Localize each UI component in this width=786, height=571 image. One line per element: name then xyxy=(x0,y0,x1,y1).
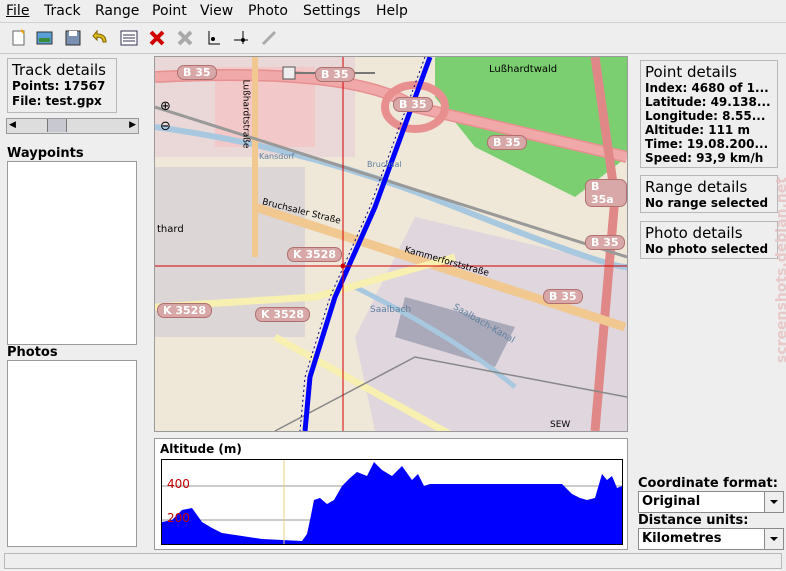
altitude-tick-200: 200 xyxy=(167,511,190,525)
map-label-bruchsal: Bruchsal xyxy=(367,160,402,169)
map-label-b35-2: B 35 xyxy=(315,67,355,82)
point-index: Index: 4680 of 1... xyxy=(645,81,769,95)
delete-point-icon[interactable] xyxy=(144,25,170,51)
photos-list[interactable] xyxy=(7,360,137,547)
range-details-value: No range selected xyxy=(645,196,769,210)
photos-label: Photos xyxy=(7,345,58,360)
distance-units-value: Kilometres xyxy=(642,531,722,546)
map-label-wald: Lußhardtwald xyxy=(489,64,558,75)
track-details-panel: Track details Points: 17567 File: test.g… xyxy=(7,58,117,113)
list-icon[interactable] xyxy=(116,25,142,51)
point-details-panel: Point details Index: 4680 of 1... Latitu… xyxy=(640,60,778,168)
open-image-icon[interactable] xyxy=(32,25,58,51)
photo-details-panel: Photo details No photo selected xyxy=(640,221,778,259)
point-speed: Speed: 93,9 km/h xyxy=(645,151,764,165)
zoom-out-icon[interactable]: ⊖ xyxy=(160,119,171,134)
map-label-k3528-1: K 3528 xyxy=(287,247,342,262)
point-altitude: Altitude: 111 m xyxy=(645,123,750,137)
save-icon[interactable] xyxy=(60,25,86,51)
map-label-b35-6: B 35 xyxy=(543,289,583,304)
altitude-title: Altitude (m) xyxy=(160,442,242,456)
scroll-left-icon[interactable]: ◀ xyxy=(9,120,16,130)
menu-photo[interactable]: Photo xyxy=(248,3,288,19)
map-street-lusshardt: Lußhardtstraße xyxy=(240,79,251,149)
menu-view[interactable]: View xyxy=(200,3,233,19)
connect-icon xyxy=(256,25,282,51)
track-scrollbar[interactable]: ◀ ▶ xyxy=(6,118,139,134)
map-label-k3528-3: K 3528 xyxy=(255,307,310,322)
waypoints-list[interactable] xyxy=(7,161,137,345)
waypoints-label: Waypoints xyxy=(7,146,84,161)
map-label-thard: thard xyxy=(157,224,184,235)
track-details-title: Track details xyxy=(12,61,106,79)
point-latitude: Latitude: 49.138... xyxy=(645,95,771,109)
menu-help[interactable]: Help xyxy=(376,3,408,19)
menu-settings[interactable]: Settings xyxy=(303,3,360,19)
point-time: Time: 19.08.200... xyxy=(645,137,769,151)
menu-bar: File Track Range Point View Photo Settin… xyxy=(0,0,786,23)
distance-units-select[interactable]: Kilometres xyxy=(638,528,784,550)
chevron-down-icon[interactable] xyxy=(764,529,783,549)
set-range-start-icon[interactable] xyxy=(200,25,226,51)
coordinate-format-label: Coordinate format: xyxy=(638,476,778,491)
map-label-b35-4: B 35 xyxy=(487,135,527,150)
coordinate-format-select[interactable]: Original xyxy=(638,491,784,513)
menu-track[interactable]: Track xyxy=(44,3,81,19)
chevron-down-icon[interactable] xyxy=(764,492,783,512)
map-label-b35a: B 35a xyxy=(585,179,627,207)
map-label-b35-3: B 35 xyxy=(393,97,433,112)
distance-units-label: Distance units: xyxy=(638,513,749,528)
menu-file[interactable]: File xyxy=(6,3,29,19)
altitude-tick-400: 400 xyxy=(167,477,190,491)
map-label-kansdorf: Kansdorf xyxy=(259,152,295,161)
range-details-title: Range details xyxy=(645,178,748,196)
zoom-in-icon[interactable]: ⊕ xyxy=(160,99,171,114)
altitude-plot[interactable]: 400 200 xyxy=(161,459,623,545)
range-details-panel: Range details No range selected xyxy=(640,175,778,213)
scrollbar-thumb[interactable] xyxy=(47,119,67,132)
menu-range[interactable]: Range xyxy=(95,3,139,19)
map-view[interactable]: B 35 B 35 B 35 B 35 B 35a B 35 B 35 K 35… xyxy=(154,56,628,432)
map-label-b35-5: B 35 xyxy=(585,235,625,250)
menu-point[interactable]: Point xyxy=(152,3,187,19)
status-bar xyxy=(4,553,782,569)
delete-range-icon xyxy=(172,25,198,51)
undo-icon[interactable] xyxy=(88,25,114,51)
photo-details-title: Photo details xyxy=(645,224,743,242)
track-file-name: File: test.gpx xyxy=(12,94,102,108)
toolbar xyxy=(0,23,786,54)
point-longitude: Longitude: 8.55... xyxy=(645,109,766,123)
coordinate-format-value: Original xyxy=(642,494,701,509)
photo-details-value: No photo selected xyxy=(645,242,769,256)
scroll-right-icon[interactable]: ▶ xyxy=(129,120,136,130)
watermark: screenshots.debian.net xyxy=(774,177,786,363)
map-label-sew: SEW xyxy=(550,420,571,430)
set-range-end-icon[interactable] xyxy=(228,25,254,51)
map-label-saalbach: Saalbach xyxy=(370,305,412,315)
new-file-icon[interactable] xyxy=(6,25,32,51)
map-label-b35-1: B 35 xyxy=(177,65,217,80)
map-label-k3528-2: K 3528 xyxy=(157,303,212,318)
point-details-title: Point details xyxy=(645,63,737,81)
altitude-panel[interactable]: Altitude (m) 400 200 xyxy=(154,438,628,550)
track-points-count: Points: 17567 xyxy=(12,79,106,93)
